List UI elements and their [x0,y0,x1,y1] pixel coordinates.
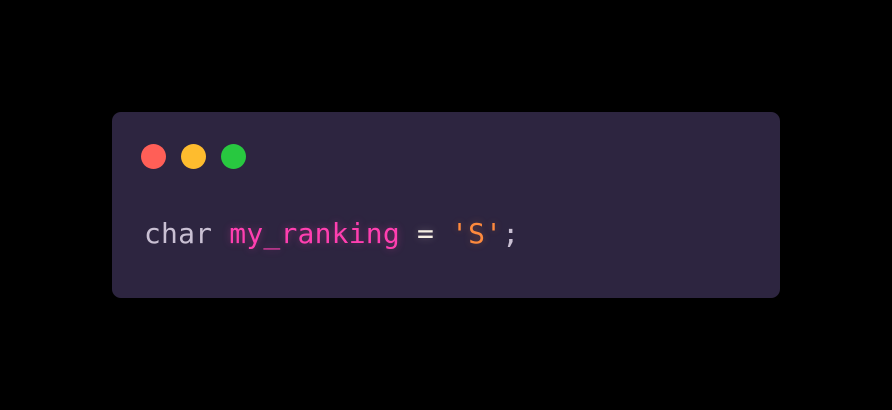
window-controls [141,144,246,169]
close-dot-icon[interactable] [141,144,166,169]
code-operator: = [416,217,434,250]
code-keyword: char [144,217,213,250]
code-string-literal: 'S' [451,217,503,250]
code-semicolon: ; [502,217,520,250]
code-identifier: my_ranking [229,217,400,250]
minimize-dot-icon[interactable] [181,144,206,169]
code-line: char my_ranking = 'S'; [144,216,519,252]
zoom-dot-icon[interactable] [221,144,246,169]
code-window: char my_ranking = 'S'; [112,112,780,298]
